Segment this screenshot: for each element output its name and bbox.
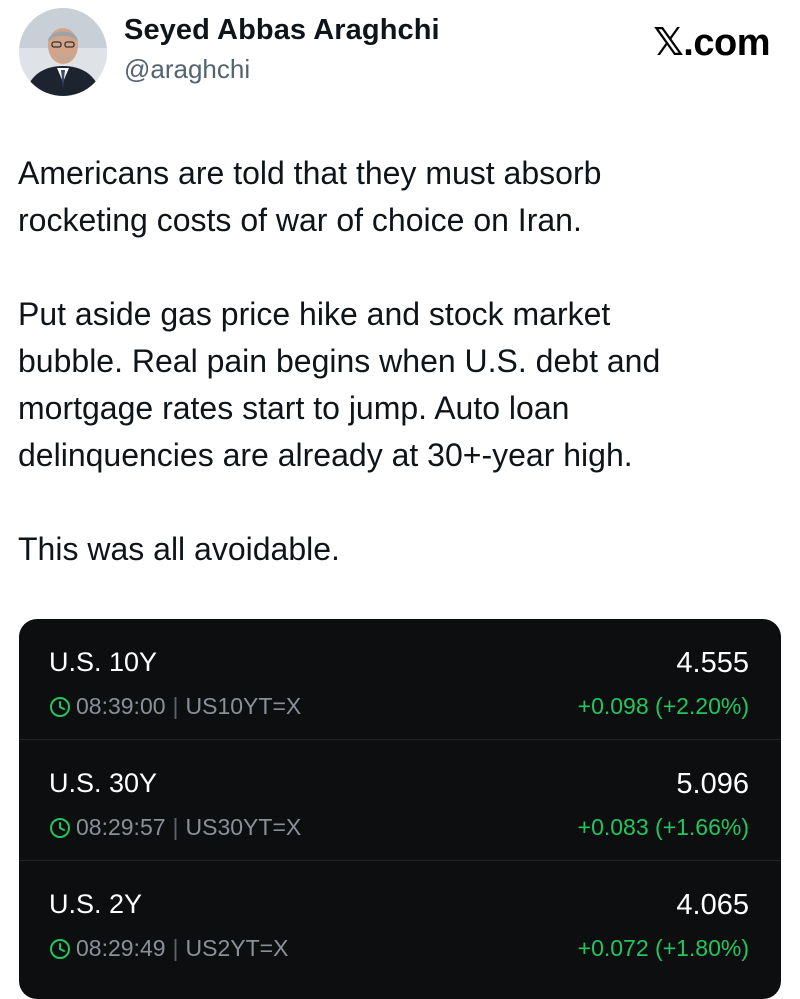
quote-time: 08:29:49 [76, 935, 166, 961]
avatar-portrait [19, 8, 107, 96]
quote-meta: 08:29:49 | US2YT=X [49, 935, 288, 962]
tweet-paragraph: Americans are told that they must absorb… [18, 155, 602, 238]
instrument-name: U.S. 2Y [49, 889, 143, 919]
quote-meta: 08:29:57 | US30YT=X [49, 814, 301, 841]
tweet-header: Seyed Abbas Araghchi @araghchi 𝕏.com [0, 0, 800, 120]
quote-time: 08:29:57 [76, 814, 166, 840]
instrument-name: U.S. 10Y [49, 647, 158, 677]
price-change: +0.072 (+1.80%) [577, 935, 749, 961]
x-logo: 𝕏.com [653, 22, 770, 64]
bond-yield-card: U.S. 10Y 4.555 08:39:00 | US10YT=X +0.09… [19, 619, 781, 999]
clock-icon [50, 938, 70, 959]
meta-divider: | [172, 693, 179, 719]
instrument-price: 5.096 [676, 768, 749, 800]
author-handle[interactable]: @araghchi [124, 54, 250, 85]
clock-icon [50, 696, 70, 717]
avatar[interactable] [19, 8, 107, 96]
author-name[interactable]: Seyed Abbas Araghchi [124, 14, 440, 47]
quote-ticker: US10YT=X [185, 693, 302, 719]
instrument-price: 4.555 [676, 647, 749, 679]
quote-time: 08:39:00 [76, 693, 166, 719]
tweet-text: Americans are told that they must absorb… [18, 150, 778, 573]
instrument-name: U.S. 30Y [49, 768, 158, 798]
quote-row[interactable]: U.S. 2Y 4.065 08:29:49 | US2YT=X +0.072 … [19, 861, 781, 981]
quote-row[interactable]: U.S. 10Y 4.555 08:39:00 | US10YT=X +0.09… [19, 619, 781, 740]
clock-icon [50, 817, 70, 838]
price-change: +0.098 (+2.20%) [577, 693, 749, 719]
price-change: +0.083 (+1.66%) [577, 814, 749, 840]
tweet-paragraph: Put aside gas price hike and stock marke… [18, 296, 661, 473]
quote-row[interactable]: U.S. 30Y 5.096 08:29:57 | US30YT=X +0.08… [19, 740, 781, 861]
tweet-paragraph: This was all avoidable. [18, 531, 340, 567]
quote-ticker: US30YT=X [185, 814, 302, 840]
quote-meta: 08:39:00 | US10YT=X [49, 693, 301, 720]
instrument-price: 4.065 [676, 889, 749, 921]
meta-divider: | [172, 935, 179, 961]
quote-ticker: US2YT=X [185, 935, 289, 961]
meta-divider: | [172, 814, 179, 840]
